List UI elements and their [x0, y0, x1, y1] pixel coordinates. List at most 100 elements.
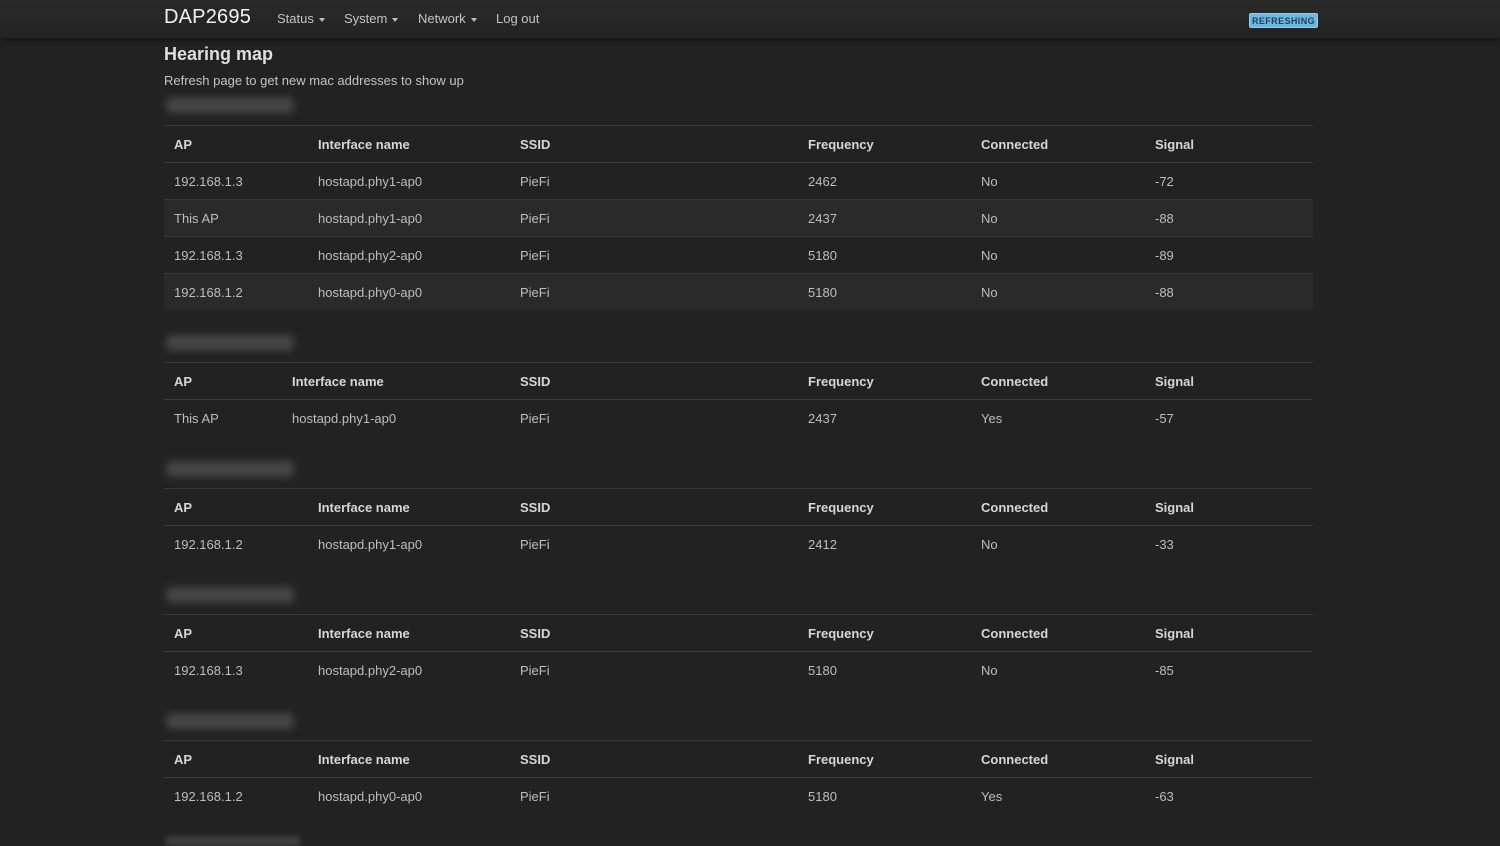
cell-signal: -72 — [1145, 162, 1313, 200]
table-row: 192.168.1.2 hostapd.phy0-ap0 PieFi 5180 … — [164, 777, 1313, 814]
col-header-interface: Interface name — [308, 740, 510, 778]
col-header-frequency: Frequency — [798, 614, 971, 652]
cell-frequency: 2462 — [798, 162, 971, 200]
cell-ap: This AP — [164, 399, 282, 436]
col-header-signal: Signal — [1145, 125, 1313, 163]
caret-down-icon — [318, 17, 325, 22]
col-header-signal: Signal — [1145, 740, 1313, 778]
cell-ssid: PieFi — [510, 162, 798, 200]
cell-frequency: 2437 — [798, 399, 971, 436]
col-header-interface: Interface name — [308, 488, 510, 526]
cell-interface: hostapd.phy1-ap0 — [282, 399, 510, 436]
caret-down-icon — [392, 17, 399, 22]
cell-ssid: PieFi — [510, 525, 798, 562]
section-heading-redacted — [166, 713, 294, 729]
col-header-frequency: Frequency — [798, 488, 971, 526]
cell-ssid: PieFi — [510, 236, 798, 274]
table-row: 192.168.1.3 hostapd.phy1-ap0 PieFi 2462 … — [164, 162, 1313, 200]
nav-status[interactable]: Status — [277, 11, 325, 26]
cell-ap: 192.168.1.2 — [164, 525, 308, 562]
col-header-frequency: Frequency — [798, 740, 971, 778]
cell-signal: -89 — [1145, 236, 1313, 274]
refreshing-badge: REFRESHING — [1249, 13, 1318, 28]
table-row: 192.168.1.2 hostapd.phy0-ap0 PieFi 5180 … — [164, 273, 1313, 310]
nav-network-label: Network — [418, 11, 466, 26]
table-row: 192.168.1.3 hostapd.phy2-ap0 PieFi 5180 … — [164, 236, 1313, 274]
cell-signal: -57 — [1145, 399, 1313, 436]
cell-connected: No — [971, 273, 1145, 310]
section-heading-redacted — [166, 836, 300, 846]
table-header-row: AP Interface name SSID Frequency Connect… — [164, 488, 1313, 526]
cell-ap: 192.168.1.3 — [164, 236, 308, 274]
cell-ssid: PieFi — [510, 777, 798, 814]
col-header-ssid: SSID — [510, 740, 798, 778]
section-heading-redacted — [166, 335, 294, 351]
cell-connected: No — [971, 651, 1145, 688]
cell-interface: hostapd.phy1-ap0 — [308, 525, 510, 562]
section-heading-redacted — [166, 461, 294, 477]
cell-connected: No — [971, 162, 1145, 200]
col-header-connected: Connected — [971, 740, 1145, 778]
nav-network[interactable]: Network — [418, 11, 477, 26]
table-row: This AP hostapd.phy1-ap0 PieFi 2437 No -… — [164, 199, 1313, 237]
col-header-ap: AP — [164, 488, 308, 526]
col-header-frequency: Frequency — [798, 125, 971, 163]
cell-interface: hostapd.phy0-ap0 — [308, 273, 510, 310]
hearing-table: AP Interface name SSID Frequency Connect… — [164, 125, 1313, 310]
nav-logout[interactable]: Log out — [496, 11, 539, 26]
cell-ssid: PieFi — [510, 399, 798, 436]
brand-title[interactable]: DAP2695 — [164, 6, 251, 29]
cell-interface: hostapd.phy0-ap0 — [308, 777, 510, 814]
hearing-table: AP Interface name SSID Frequency Connect… — [164, 488, 1313, 562]
col-header-connected: Connected — [971, 362, 1145, 400]
hearing-table: AP Interface name SSID Frequency Connect… — [164, 362, 1313, 436]
page-subtitle: Refresh page to get new mac addresses to… — [164, 73, 464, 88]
cell-frequency: 5180 — [798, 236, 971, 274]
cell-frequency: 5180 — [798, 651, 971, 688]
cell-frequency: 5180 — [798, 273, 971, 310]
cell-interface: hostapd.phy1-ap0 — [308, 162, 510, 200]
col-header-ssid: SSID — [510, 362, 798, 400]
col-header-frequency: Frequency — [798, 362, 971, 400]
col-header-ssid: SSID — [510, 125, 798, 163]
cell-ap: 192.168.1.3 — [164, 651, 308, 688]
cell-connected: Yes — [971, 777, 1145, 814]
cell-ssid: PieFi — [510, 199, 798, 237]
cell-signal: -88 — [1145, 273, 1313, 310]
cell-interface: hostapd.phy1-ap0 — [308, 199, 510, 237]
page-title: Hearing map — [164, 44, 274, 64]
table-row: 192.168.1.2 hostapd.phy1-ap0 PieFi 2412 … — [164, 525, 1313, 562]
cell-signal: -85 — [1145, 651, 1313, 688]
cell-connected: No — [971, 236, 1145, 274]
col-header-connected: Connected — [971, 125, 1145, 163]
cell-connected: No — [971, 199, 1145, 237]
col-header-ssid: SSID — [510, 488, 798, 526]
table-row: 192.168.1.3 hostapd.phy2-ap0 PieFi 5180 … — [164, 651, 1313, 688]
cell-ap: This AP — [164, 199, 308, 237]
section-heading-redacted — [166, 97, 294, 113]
caret-down-icon — [470, 17, 477, 22]
nav-system[interactable]: System — [344, 11, 399, 26]
col-header-interface: Interface name — [282, 362, 510, 400]
cell-frequency: 5180 — [798, 777, 971, 814]
col-header-ap: AP — [164, 125, 308, 163]
cell-ssid: PieFi — [510, 273, 798, 310]
cell-signal: -63 — [1145, 777, 1313, 814]
col-header-interface: Interface name — [308, 614, 510, 652]
table-header-row: AP Interface name SSID Frequency Connect… — [164, 614, 1313, 652]
cell-interface: hostapd.phy2-ap0 — [308, 236, 510, 274]
col-header-signal: Signal — [1145, 488, 1313, 526]
table-row: This AP hostapd.phy1-ap0 PieFi 2437 Yes … — [164, 399, 1313, 436]
col-header-ap: AP — [164, 740, 308, 778]
cell-ap: 192.168.1.2 — [164, 777, 308, 814]
col-header-ap: AP — [164, 614, 308, 652]
hearing-table: AP Interface name SSID Frequency Connect… — [164, 740, 1313, 814]
cell-signal: -33 — [1145, 525, 1313, 562]
cell-connected: No — [971, 525, 1145, 562]
col-header-connected: Connected — [971, 488, 1145, 526]
table-header-row: AP Interface name SSID Frequency Connect… — [164, 125, 1313, 163]
cell-frequency: 2437 — [798, 199, 971, 237]
hearing-table: AP Interface name SSID Frequency Connect… — [164, 614, 1313, 688]
col-header-ap: AP — [164, 362, 282, 400]
col-header-ssid: SSID — [510, 614, 798, 652]
